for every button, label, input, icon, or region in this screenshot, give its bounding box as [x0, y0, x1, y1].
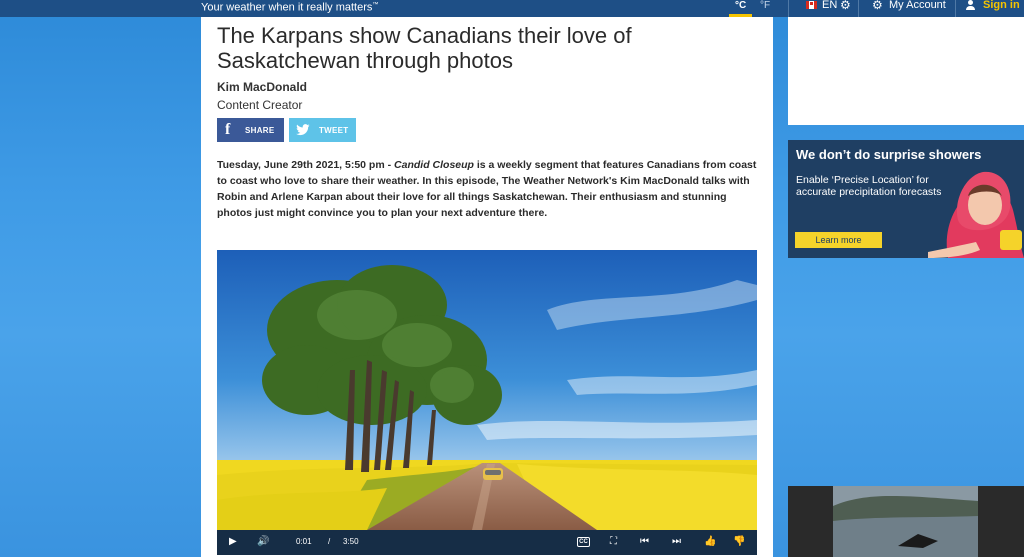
divider	[858, 0, 859, 17]
twitter-tweet-button[interactable]: TWEET	[289, 118, 356, 142]
time-separator: /	[328, 537, 331, 546]
language-selector[interactable]: EN	[822, 0, 837, 11]
learn-more-button[interactable]: Learn more	[795, 232, 882, 248]
facebook-icon: f	[225, 121, 231, 138]
site-tagline: Your weather when it really matters™	[201, 0, 378, 14]
author-role: Content Creator	[217, 98, 303, 112]
article-column: The Karpans show Canadians their love of…	[201, 17, 773, 557]
thumbs-up-icon[interactable]: 👍	[704, 535, 716, 549]
unit-fahrenheit-toggle[interactable]: °F	[760, 1, 770, 11]
duration: 3:50	[343, 537, 359, 546]
trademark-mark: ™	[372, 2, 379, 8]
divider	[955, 0, 956, 17]
lake-scene-image	[788, 486, 1024, 557]
twitter-bird-icon	[296, 124, 310, 136]
current-time: 0:01	[296, 537, 312, 546]
video-controls: ▶ 🔊 0:01 / 3:50 CC ⛶ ⏮ ⏭ 👍 👎	[217, 530, 757, 555]
fullscreen-icon[interactable]: ⛶	[610, 535, 617, 549]
video-thumbnail	[217, 250, 757, 530]
user-icon[interactable]	[965, 0, 976, 11]
ad-subtext: Enable ‘Precise Location’ for accurate p…	[796, 174, 942, 198]
ad-slot-top	[788, 17, 1024, 125]
thumbs-down-icon[interactable]: 👎	[733, 535, 745, 549]
article-body: Tuesday, June 29th 2021, 5:50 pm - Candi…	[217, 157, 757, 221]
next-icon[interactable]: ⏭	[672, 535, 681, 549]
ad-headline: We don’t do surprise showers	[796, 147, 982, 162]
play-icon[interactable]: ▶	[229, 535, 237, 549]
tagline-text: Your weather when it really matters	[201, 1, 373, 14]
unit-celsius-toggle[interactable]: °C	[735, 1, 746, 11]
sign-in-link[interactable]: Sign in	[983, 0, 1020, 11]
top-bar: Your weather when it really matters™ °C …	[0, 0, 1024, 17]
previous-icon[interactable]: ⏮	[640, 535, 649, 549]
my-account-link[interactable]: My Account	[889, 0, 946, 11]
article-title: The Karpans show Canadians their love of…	[217, 23, 632, 73]
closed-captions-button[interactable]: CC	[577, 537, 590, 547]
share-label: SHARE	[245, 126, 275, 135]
ad-video-thumbnail[interactable]	[788, 486, 1024, 557]
tweet-label: TWEET	[319, 126, 349, 135]
author-name[interactable]: Kim MacDonald	[217, 80, 307, 94]
volume-icon[interactable]: 🔊	[257, 535, 269, 549]
account-gear-icon[interactable]: ⚙	[872, 0, 883, 11]
language-gear-icon[interactable]: ⚙	[840, 0, 851, 11]
segment-name: Candid Closeup	[394, 159, 474, 171]
ad-banner[interactable]: We don’t do surprise showers Enable ‘Pre…	[788, 140, 1024, 258]
canada-flag-icon[interactable]	[806, 1, 817, 9]
facebook-share-button[interactable]: f SHARE	[217, 118, 284, 142]
article-dateline: Tuesday, June 29th 2021, 5:50 pm -	[217, 159, 392, 171]
video-player[interactable]: ▶ 🔊 0:01 / 3:50 CC ⛶ ⏮ ⏭ 👍 👎	[217, 250, 757, 555]
divider	[788, 0, 789, 17]
